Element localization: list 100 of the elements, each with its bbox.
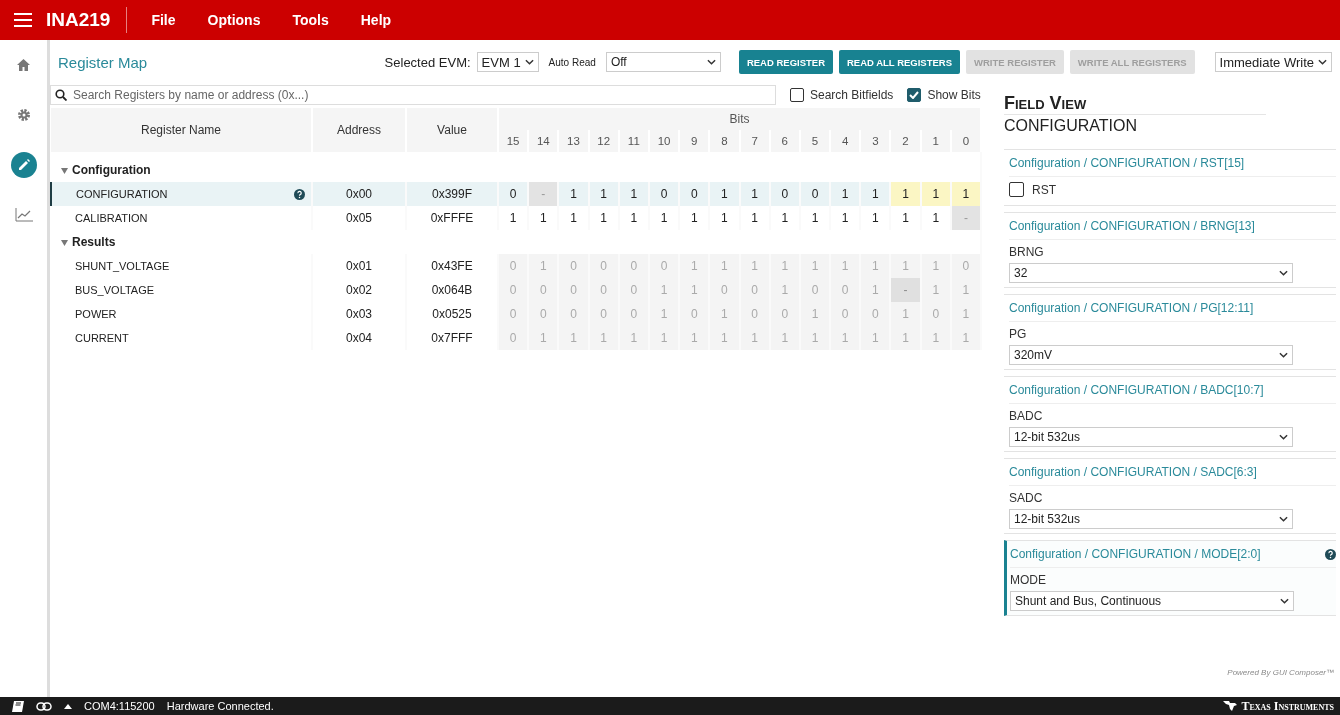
pencil-icon	[16, 158, 31, 172]
field-label: MODE	[1010, 573, 1047, 587]
bit-cell[interactable]: 1	[830, 182, 861, 206]
bit-cell[interactable]: 1	[588, 182, 619, 206]
bit-header: 6	[769, 130, 800, 152]
bit-cell[interactable]: 1	[618, 206, 649, 230]
bit-header: 13	[558, 130, 589, 152]
bit-header: 5	[799, 130, 831, 152]
write-mode-dropdown[interactable]: Immediate Write	[1214, 52, 1332, 72]
value-cell[interactable]: 0xFFFE	[406, 206, 498, 230]
field-path: Configuration / CONFIGURATION / BADC[10:7]	[1009, 383, 1264, 397]
bit-cell[interactable]: 0	[679, 182, 710, 206]
bit-cell[interactable]: 1	[739, 206, 770, 230]
expand-caret-icon[interactable]	[61, 168, 68, 174]
search-field[interactable]: Search Registers by name or address (0x...)	[50, 85, 776, 105]
bit-cell[interactable]: 0	[769, 182, 800, 206]
bit-cell[interactable]: 0	[648, 182, 680, 206]
group-name[interactable]: Results	[72, 235, 116, 249]
bit-cell[interactable]: 1	[890, 182, 921, 206]
bit-cell[interactable]: -	[950, 206, 981, 230]
bit-cell[interactable]: 1	[588, 206, 619, 230]
bit-cell[interactable]: 1	[528, 206, 559, 230]
bit-cell[interactable]: 1	[920, 206, 951, 230]
bit-cell[interactable]: 0	[799, 182, 831, 206]
bit-header: 4	[830, 130, 861, 152]
bit-cell[interactable]: 1	[950, 182, 981, 206]
field-dropdown[interactable]: 12-bit 532us	[1009, 509, 1293, 529]
help-icon[interactable]	[1325, 548, 1336, 560]
bit-cell[interactable]: 1	[830, 206, 861, 230]
book-icon[interactable]	[12, 700, 24, 712]
menu-item[interactable]: Options	[191, 12, 277, 28]
checkbox[interactable]	[1009, 182, 1024, 197]
menu-icon[interactable]	[14, 13, 32, 27]
field-path: Configuration / CONFIGURATION / SADC[6:3]	[1009, 465, 1257, 479]
brand-text: Texas Instruments	[1241, 698, 1334, 714]
group-name[interactable]: Configuration	[72, 163, 151, 177]
field-dropdown[interactable]: Shunt and Bus, Continuous	[1010, 591, 1294, 611]
column-header: Value	[406, 108, 498, 152]
bit-cell[interactable]: -	[528, 182, 559, 206]
evm-label: Selected EVM:	[384, 54, 471, 70]
address-cell: 0x05	[312, 206, 406, 230]
bit-cell[interactable]: 1	[860, 182, 891, 206]
chevron-icon	[1279, 270, 1288, 276]
field-path: Configuration / CONFIGURATION / BRNG[13]	[1009, 219, 1255, 233]
bit-cell[interactable]: 1	[618, 182, 649, 206]
field-dropdown[interactable]: 320mV	[1009, 345, 1293, 365]
page-title: Register Map	[58, 53, 149, 71]
register-name[interactable]: CALIBRATION	[75, 212, 148, 224]
bit-cell[interactable]: 1	[890, 206, 921, 230]
field-label: RST	[1032, 182, 1056, 197]
field-dropdown[interactable]: 12-bit 532us	[1009, 427, 1293, 447]
action-button[interactable]: READ REGISTER	[738, 50, 833, 74]
bit-cell[interactable]: 1	[709, 182, 740, 206]
bit-cell[interactable]: 1	[709, 206, 740, 230]
checkbox-label: Show Bits	[927, 88, 981, 102]
field-label: BRNG	[1009, 245, 1045, 259]
bit-cell[interactable]: 1	[769, 206, 800, 230]
column-header: Register Name	[51, 108, 312, 152]
bit-cell[interactable]: 1	[799, 206, 831, 230]
bit-header: 1	[920, 130, 951, 152]
link-icon[interactable]	[36, 701, 52, 711]
bit-cell[interactable]: 1	[558, 182, 589, 206]
menu-item[interactable]: Tools	[276, 12, 345, 28]
settings-icon	[16, 108, 31, 122]
value-cell[interactable]: 0x399F	[406, 182, 498, 206]
caret-icon[interactable]	[64, 703, 72, 709]
help-icon[interactable]	[294, 188, 305, 200]
bit-cell[interactable]: 1	[648, 206, 680, 230]
app-title: INA219	[46, 7, 128, 33]
bit-cell[interactable]: 1	[739, 182, 770, 206]
auto-read-dropdown[interactable]: Off	[605, 52, 721, 72]
bit-cell[interactable]: 1	[920, 182, 951, 206]
chevron-icon	[1279, 352, 1288, 358]
bit-header: 2	[890, 130, 921, 152]
register-name[interactable]: CONFIGURATION	[76, 188, 168, 200]
field-path: Configuration / CONFIGURATION / MODE[2:0]	[1010, 547, 1261, 561]
bit-header: 10	[648, 130, 680, 152]
bit-cell[interactable]: 1	[679, 206, 710, 230]
column-header: Bits	[498, 108, 981, 130]
action-button[interactable]: READ ALL REGISTERS	[839, 50, 961, 74]
checkbox[interactable]	[790, 88, 804, 102]
bit-cell[interactable]: 1	[860, 206, 891, 230]
auto-read-label: Auto Read	[548, 56, 596, 68]
bit-cell[interactable]: 1	[498, 206, 529, 230]
powered-by-text: Powered By GUI Composer™	[1227, 668, 1334, 677]
menu-item[interactable]: File	[135, 12, 192, 28]
field-dropdown[interactable]: 32	[1009, 263, 1293, 283]
checkbox[interactable]	[907, 88, 922, 102]
expand-caret-icon[interactable]	[61, 240, 68, 246]
bit-cell[interactable]: 1	[558, 206, 589, 230]
evm-dropdown[interactable]: EVM 1	[476, 52, 539, 72]
bit-cell[interactable]: 0	[498, 182, 529, 206]
menu-item[interactable]: Help	[344, 12, 408, 28]
address-cell: 0x00	[312, 182, 406, 206]
chevron-icon	[1280, 598, 1289, 604]
chevron-icon	[706, 59, 716, 65]
chart-icon	[14, 208, 33, 222]
nav-button[interactable]	[10, 152, 37, 178]
checkbox-label: Search Bitfields	[810, 88, 894, 102]
address-cell: 0x02	[312, 278, 406, 302]
